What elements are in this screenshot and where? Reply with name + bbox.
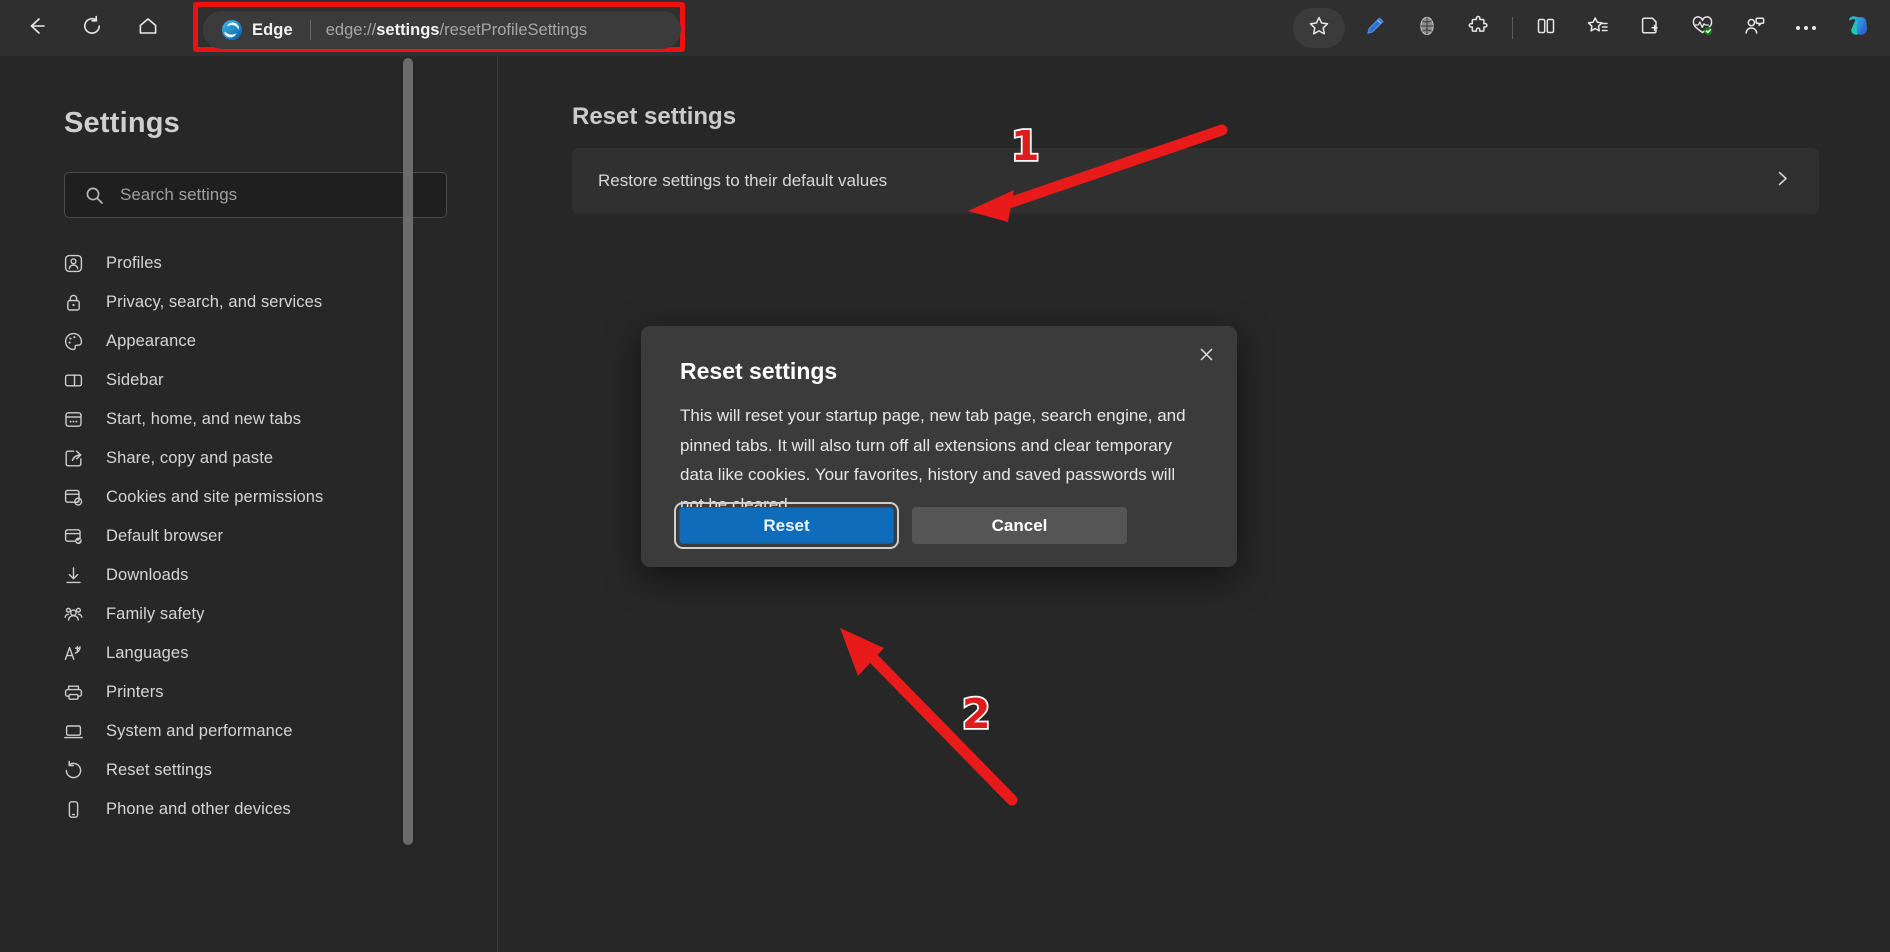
refresh-icon <box>81 15 103 42</box>
dialog-close-button[interactable] <box>1189 340 1223 374</box>
profile-card-icon <box>60 253 86 274</box>
browser-check-icon <box>60 526 86 547</box>
copilot-icon <box>1843 11 1873 46</box>
omnibox-brand-label: Edge <box>252 21 293 40</box>
page-title: Settings <box>64 107 180 140</box>
collections-add-icon <box>1639 15 1661 42</box>
laptop-icon <box>60 721 86 742</box>
sidebar-item-label: Reset settings <box>106 761 212 780</box>
more-options-button[interactable] <box>1784 8 1828 48</box>
sidebar-item-label: System and performance <box>106 722 293 741</box>
share-icon <box>60 448 86 469</box>
home-button[interactable] <box>124 8 172 48</box>
toolbar-actions <box>1289 0 1890 56</box>
extensions-puzzle-icon <box>1468 15 1490 42</box>
browser-essentials-button[interactable] <box>1680 8 1724 48</box>
download-arrow-icon <box>60 565 86 586</box>
lock-icon <box>60 292 86 313</box>
restore-defaults-row[interactable]: Restore settings to their default values <box>572 148 1819 214</box>
url-prefix: edge:// <box>326 21 376 39</box>
sidebar-scrollbar-thumb[interactable] <box>403 58 413 845</box>
address-bar-highlight: Edge edge://settings/resetProfileSetting… <box>193 2 685 52</box>
dialog-title: Reset settings <box>680 358 837 385</box>
copilot-button[interactable] <box>1836 8 1880 48</box>
back-arrow-icon <box>25 15 47 42</box>
window-dots-icon <box>60 409 86 430</box>
omnibox-divider <box>310 20 311 40</box>
sidebar-panel-icon <box>60 370 86 391</box>
profile-person-icon <box>1743 15 1765 42</box>
favorite-star-icon <box>1308 15 1330 42</box>
extensions-button[interactable] <box>1457 8 1501 48</box>
toolbar-divider <box>1512 17 1513 39</box>
refresh-button[interactable] <box>68 8 116 48</box>
sidebar-item-label: Appearance <box>106 332 196 351</box>
sidebar-item-label: Default browser <box>106 527 223 546</box>
site-gear-icon <box>60 487 86 508</box>
sidebar-item-label: Profiles <box>106 254 162 273</box>
sidebar-item-label: Phone and other devices <box>106 800 291 819</box>
dialog-body-text: This will reset your startup page, new t… <box>680 401 1186 519</box>
highlighter-pen-icon <box>1364 15 1386 42</box>
more-options-ellipsis-icon <box>1796 26 1816 30</box>
palette-icon <box>60 331 86 352</box>
favorite-star-button[interactable] <box>1293 8 1345 48</box>
close-icon <box>1198 346 1215 368</box>
cancel-button[interactable]: Cancel <box>912 507 1127 544</box>
highlighter-pen-button[interactable] <box>1353 8 1397 48</box>
search-icon <box>85 186 104 205</box>
sidebar-item-label: Downloads <box>106 566 189 585</box>
globe-translate-button[interactable] <box>1405 8 1449 48</box>
chevron-right-icon <box>1774 170 1791 192</box>
people-group-icon <box>60 604 86 625</box>
reset-button[interactable]: Reset <box>679 507 894 544</box>
edge-logo-icon <box>221 19 243 41</box>
search-input[interactable] <box>120 185 420 205</box>
globe-translate-icon <box>1416 15 1438 42</box>
address-bar[interactable]: Edge edge://settings/resetProfileSetting… <box>203 11 681 49</box>
reset-circular-arrow-icon <box>60 760 86 781</box>
browser-toolbar: Edge edge://settings/resetProfileSetting… <box>0 0 1890 56</box>
url-suffix: /resetProfileSettings <box>439 21 587 39</box>
sidebar-item-label: Printers <box>106 683 164 702</box>
reset-settings-dialog: Reset settings This will reset your star… <box>641 326 1237 567</box>
sidebar-item-label: Share, copy and paste <box>106 449 273 468</box>
browser-essentials-heart-icon <box>1691 14 1714 42</box>
profile-button[interactable] <box>1732 8 1776 48</box>
printer-icon <box>60 682 86 703</box>
split-screen-icon <box>1535 15 1557 42</box>
home-icon <box>137 15 159 42</box>
favorites-list-button[interactable] <box>1576 8 1620 48</box>
sidebar-item-label: Privacy, search, and services <box>106 293 322 312</box>
favorites-list-icon <box>1587 15 1609 42</box>
content-page-title: Reset settings <box>572 103 736 131</box>
omnibox-url: edge://settings/resetProfileSettings <box>326 21 587 40</box>
sidebar-item-label: Cookies and site permissions <box>106 488 323 507</box>
sidebar-item-label: Start, home, and new tabs <box>106 410 301 429</box>
collections-button[interactable] <box>1628 8 1672 48</box>
url-bold-segment: settings <box>376 21 439 39</box>
language-a-icon <box>60 643 86 664</box>
sidebar-item-label: Sidebar <box>106 371 164 390</box>
sidebar-item-label: Family safety <box>106 605 205 624</box>
dialog-button-row: Reset Cancel <box>679 507 1127 544</box>
sidebar-item-label: Languages <box>106 644 189 663</box>
search-settings-box[interactable] <box>64 172 447 218</box>
split-screen-button[interactable] <box>1524 8 1568 48</box>
settings-sidebar: Settings Profiles Privacy, search, and s… <box>0 56 498 952</box>
restore-defaults-label: Restore settings to their default values <box>598 171 1774 191</box>
browser-window: Edge edge://settings/resetProfileSetting… <box>0 0 1890 952</box>
phone-icon <box>60 799 86 820</box>
back-button[interactable] <box>12 8 60 48</box>
